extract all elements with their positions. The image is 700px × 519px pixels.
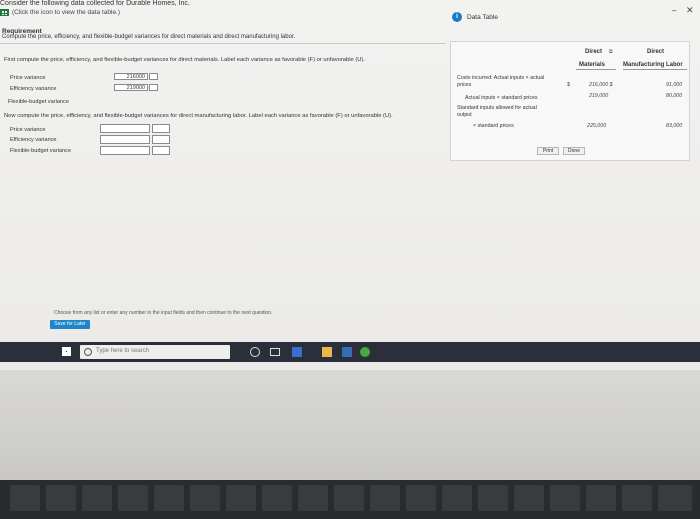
row-actual-inputs-label: Actual inputs × standard prices	[465, 95, 538, 101]
labor-efficiency-fu-select[interactable]	[152, 135, 170, 144]
materials-instruction: First compute the price, efficiency, and…	[4, 57, 365, 63]
labor-efficiency-variance-input[interactable]	[100, 135, 150, 144]
row-actual-inputs-labor: 80,000	[666, 93, 683, 99]
row-standard-prices-label: × standard prices	[473, 123, 514, 129]
materials-efficiency-fu-select[interactable]	[149, 84, 158, 91]
row-costs-incurred-materials: 216,000 $	[589, 82, 613, 88]
done-button[interactable]: Done	[563, 147, 585, 155]
key-f9	[334, 485, 364, 511]
key-f6	[226, 485, 256, 511]
col-header-labor-line2: Manufacturing Labor	[623, 62, 683, 68]
row-costs-incurred-label: Costs incurred: Actual inputs × actual	[457, 75, 545, 81]
cortana-icon[interactable]	[250, 347, 260, 357]
file-explorer-icon[interactable]	[322, 347, 332, 357]
data-table-hint-text: (Click the icon to view the data table.)	[12, 9, 121, 16]
save-for-later-button[interactable]: Save for Later	[50, 320, 90, 329]
key-f7	[262, 485, 292, 511]
chrome-icon[interactable]	[360, 347, 370, 357]
col-header-labor-line1: Direct	[647, 49, 665, 55]
print-button[interactable]: Print	[537, 147, 559, 155]
key-f10	[370, 485, 400, 511]
windows-start-icon[interactable]	[62, 347, 71, 356]
key-home	[514, 485, 544, 511]
taskbar-search-box[interactable]: Type here to search	[80, 345, 230, 359]
footer-hint: Choose from any list or enter any number…	[54, 310, 273, 316]
edge-icon[interactable]	[292, 347, 302, 357]
materials-efficiency-variance-input[interactable]: 219000	[114, 84, 148, 91]
close-button[interactable]: ✕	[686, 5, 694, 16]
page-title: Consider the following data collected fo…	[0, 0, 190, 7]
key-f3	[118, 485, 148, 511]
data-table-title-bar: i Data Table	[452, 12, 498, 22]
key-pgdn	[622, 485, 652, 511]
materials-header-underline	[576, 69, 616, 70]
info-icon: i	[452, 12, 462, 22]
key-f4	[154, 485, 184, 511]
row-actual-inputs-materials: 219,000	[589, 93, 609, 99]
materials-price-variance-input[interactable]: 216000	[114, 73, 148, 80]
minimize-button[interactable]: –	[672, 6, 676, 15]
col-header-materials-line1: Direct	[585, 49, 603, 55]
materials-price-variance-label: Price variance	[10, 75, 46, 81]
row-costs-incurred-labor: 91,000	[666, 82, 683, 88]
section-divider	[0, 43, 446, 44]
search-icon	[84, 348, 92, 356]
row-standard-prices-materials: 225,000	[587, 123, 607, 129]
materials-efficiency-variance-label: Efficiency variance	[10, 86, 57, 92]
key-end	[550, 485, 580, 511]
labor-instruction: Now compute the price, efficiency, and f…	[4, 113, 393, 119]
row-standard-inputs-label: Standard inputs allowed for actual	[457, 105, 537, 111]
data-table-title: Data Table	[467, 13, 498, 21]
row-costs-incurred-label-cont: prices	[457, 82, 472, 88]
labor-price-variance-input[interactable]	[100, 124, 150, 133]
data-table-panel: Direct ⧉ Materials Direct Manufacturing …	[450, 41, 690, 161]
labor-efficiency-variance-label: Efficiency variance	[10, 137, 57, 143]
key-prtsc	[478, 485, 508, 511]
key-f5	[190, 485, 220, 511]
key-pgup	[586, 485, 616, 511]
key-f1	[46, 485, 76, 511]
table-icon[interactable]	[0, 9, 9, 16]
materials-price-fu-select[interactable]	[149, 73, 158, 80]
key-f2	[82, 485, 112, 511]
labor-price-fu-select[interactable]	[152, 124, 170, 133]
key-f8	[298, 485, 328, 511]
taskbar-search-placeholder: Type here to search	[96, 348, 150, 354]
key-f11	[406, 485, 436, 511]
materials-flexible-budget-variance-label: Flexible-budget variance	[8, 99, 69, 105]
labor-flexible-budget-variance-label: Flexible-budget variance	[10, 148, 71, 154]
app-screen: Consider the following data collected fo…	[0, 0, 700, 370]
task-view-icon[interactable]	[270, 348, 280, 356]
requirement-text: Compute the price, efficiency, and flexi…	[2, 34, 296, 40]
col-header-materials-line2: Materials	[579, 62, 606, 68]
labor-flexible-budget-variance-input[interactable]	[100, 146, 150, 155]
key-delete	[658, 485, 692, 511]
key-esc	[10, 485, 40, 511]
labor-price-variance-label: Price variance	[10, 127, 46, 133]
row-standard-inputs-label-cont: output	[457, 112, 472, 118]
labor-header-underline	[623, 69, 687, 70]
store-icon[interactable]	[342, 347, 352, 357]
row-standard-prices-labor: 83,000	[666, 123, 683, 129]
labor-flexible-budget-fu-select[interactable]	[152, 146, 170, 155]
key-f12	[442, 485, 472, 511]
data-table-hint[interactable]: (Click the icon to view the data table.)	[0, 9, 120, 16]
copy-icon[interactable]: ⧉	[609, 49, 613, 55]
row-costs-incurred-dollar: $	[567, 82, 570, 88]
